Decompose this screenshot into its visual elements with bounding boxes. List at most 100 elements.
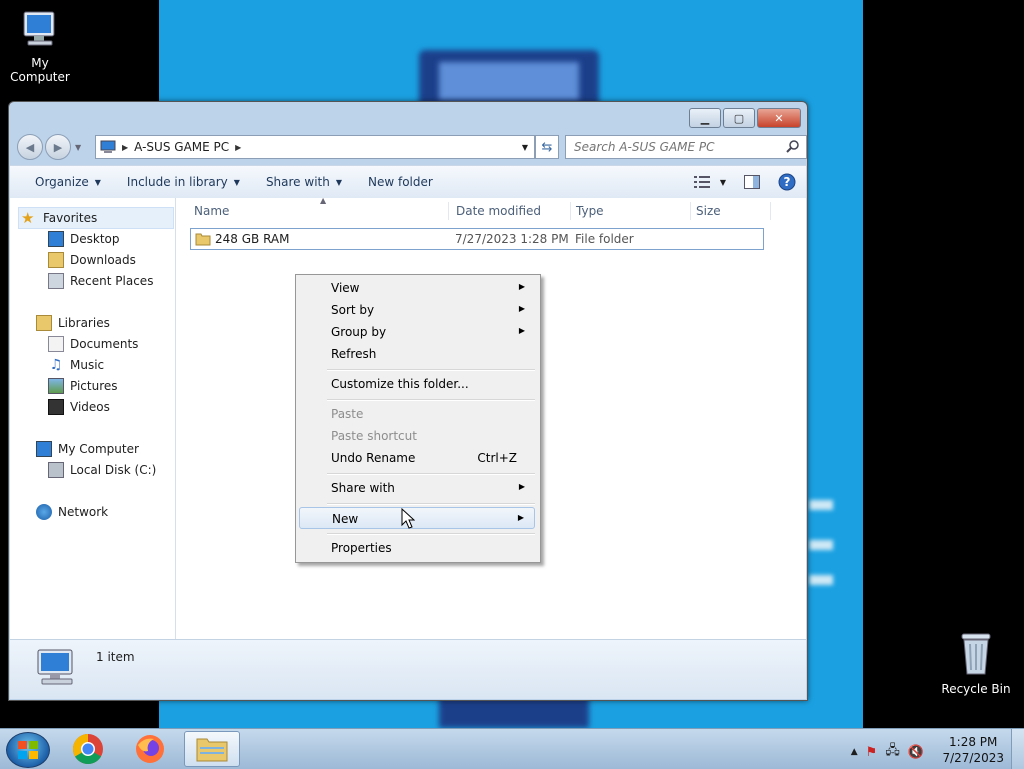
menu-item-refresh[interactable]: Refresh (299, 343, 535, 365)
firefox-icon (136, 735, 164, 763)
file-type: File folder (575, 232, 634, 246)
window-controls: ▁ ▢ ✕ (689, 108, 801, 128)
menu-item-label: Properties (331, 541, 392, 555)
breadcrumb-chevron-icon[interactable]: ▶ (235, 143, 241, 152)
menu-item-label: New (332, 512, 359, 526)
column-separator[interactable] (690, 202, 691, 220)
wallpaper-shape (809, 575, 833, 585)
wallpaper-shape (809, 500, 833, 510)
column-separator[interactable] (570, 202, 571, 220)
libraries-icon (36, 315, 52, 331)
organize-button[interactable]: Organize ▼ (22, 175, 114, 189)
file-row[interactable]: 248 GB RAM 7/27/2023 1:28 PM File folder (190, 228, 764, 250)
change-view-button[interactable]: ▼ (693, 176, 726, 188)
include-in-library-button[interactable]: Include in library ▼ (114, 175, 253, 189)
refresh-button[interactable]: ⇆ (535, 135, 559, 159)
sort-indicator-icon: ▲ (320, 196, 327, 205)
breadcrumb-chevron-icon[interactable]: ▶ (122, 143, 128, 152)
show-hidden-icons-icon[interactable]: ▲ (851, 747, 858, 757)
nav-item-videos[interactable]: Videos (48, 397, 110, 417)
nav-item-my-computer[interactable]: My Computer (36, 439, 139, 459)
nav-item-documents[interactable]: Documents (48, 334, 138, 354)
menu-item-label: Refresh (331, 347, 377, 361)
recycle-bin-icon (961, 633, 991, 675)
context-menu: View ▶ Sort by ▶ Group by ▶ Refresh Cust… (295, 274, 541, 563)
nav-item-local-disk[interactable]: Local Disk (C:) (48, 460, 156, 480)
menu-item-customize-folder[interactable]: Customize this folder... (299, 373, 535, 395)
column-header-type[interactable]: Type (576, 204, 604, 218)
search-box[interactable] (565, 135, 807, 159)
nav-item-label: Local Disk (C:) (70, 463, 157, 477)
nav-item-recent-places[interactable]: Recent Places (48, 271, 153, 291)
menu-item-group-by[interactable]: Group by ▶ (299, 321, 535, 343)
nav-item-downloads[interactable]: Downloads (48, 250, 136, 270)
menu-item-label: Customize this folder... (331, 377, 469, 391)
breadcrumb-current[interactable]: A-SUS GAME PC (134, 140, 229, 154)
item-count: 1 item (96, 650, 135, 664)
network-status-icon[interactable]: 🖧 (885, 741, 900, 763)
menu-item-undo-rename[interactable]: Undo Rename Ctrl+Z (299, 447, 535, 469)
volume-muted-icon[interactable]: 🔇 (908, 745, 924, 760)
computer-icon (23, 11, 55, 46)
chevron-down-icon: ▼ (94, 177, 101, 187)
back-arrow-icon: ◀ (25, 140, 35, 154)
nav-item-music[interactable]: ♫ Music (48, 355, 104, 375)
details-view-icon (693, 176, 710, 188)
taskbar-explorer-button[interactable] (184, 731, 240, 767)
hard-drive-icon (48, 462, 64, 478)
submenu-arrow-icon: ▶ (518, 326, 525, 335)
column-header-size[interactable]: Size (696, 204, 721, 218)
address-bar[interactable]: ▶ A-SUS GAME PC ▶ ▼ (95, 135, 535, 159)
clock[interactable]: 1:28 PM 7/27/2023 (942, 734, 1004, 766)
nav-item-desktop[interactable]: Desktop (48, 229, 120, 249)
menu-item-label: Group by (331, 325, 387, 339)
recent-pages-chevron-icon[interactable]: ▼ (75, 143, 81, 152)
desktop-icon (48, 231, 64, 247)
menu-item-label: View (331, 281, 360, 295)
start-button[interactable] (6, 732, 50, 768)
close-button[interactable]: ✕ (757, 108, 801, 128)
nav-item-network[interactable]: Network (36, 502, 108, 522)
nav-item-pictures[interactable]: Pictures (48, 376, 118, 396)
menu-item-properties[interactable]: Properties (299, 537, 535, 559)
search-input[interactable] (572, 139, 776, 155)
clock-date: 7/27/2023 (942, 751, 1004, 765)
column-separator[interactable] (770, 202, 771, 220)
menu-item-label: Undo Rename (331, 451, 416, 465)
column-separator[interactable] (448, 202, 449, 220)
column-header-date-modified[interactable]: Date modified (456, 204, 541, 218)
organize-label: Organize (35, 175, 89, 189)
nav-item-label: My Computer (58, 442, 139, 456)
nav-item-favorites[interactable]: ★ Favorites (18, 207, 174, 229)
forward-button[interactable]: ▶ (45, 134, 71, 160)
nav-item-label: Documents (70, 337, 139, 351)
menu-item-view[interactable]: View ▶ (299, 277, 535, 299)
menu-item-new[interactable]: New ▶ (299, 507, 535, 529)
nav-item-label: Favorites (43, 211, 98, 225)
back-button[interactable]: ◀ (17, 134, 43, 160)
documents-icon (48, 336, 64, 352)
maximize-button[interactable]: ▢ (723, 108, 755, 128)
chevron-down-icon: ▼ (719, 177, 726, 187)
desktop-icon-recycle-bin[interactable]: Recycle Bin (936, 630, 1016, 696)
help-icon[interactable]: ? (778, 173, 796, 191)
show-desktop-button[interactable] (1011, 729, 1024, 769)
address-dropdown-icon[interactable]: ▼ (522, 143, 528, 152)
action-center-flag-icon[interactable]: ⚑ (866, 745, 878, 760)
desktop-icon-label: My Computer (10, 56, 70, 84)
nav-item-label: Libraries (58, 316, 110, 330)
taskbar: ▲ ⚑ 🖧 🔇 1:28 PM 7/27/2023 (0, 728, 1024, 769)
desktop-icon-my-computer[interactable]: My Computer (0, 8, 80, 84)
taskbar-chrome-button[interactable] (60, 731, 116, 767)
nav-item-libraries[interactable]: Libraries (36, 313, 110, 333)
new-folder-button[interactable]: New folder (355, 175, 446, 189)
menu-item-share-with[interactable]: Share with ▶ (299, 477, 535, 499)
recent-places-icon (48, 273, 64, 289)
preview-pane-icon[interactable] (744, 175, 760, 189)
share-with-button[interactable]: Share with ▼ (253, 175, 355, 189)
minimize-button[interactable]: ▁ (689, 108, 721, 128)
column-header-name[interactable]: Name (194, 204, 229, 218)
downloads-folder-icon (48, 252, 64, 268)
taskbar-firefox-button[interactable] (122, 731, 178, 767)
menu-item-sort-by[interactable]: Sort by ▶ (299, 299, 535, 321)
